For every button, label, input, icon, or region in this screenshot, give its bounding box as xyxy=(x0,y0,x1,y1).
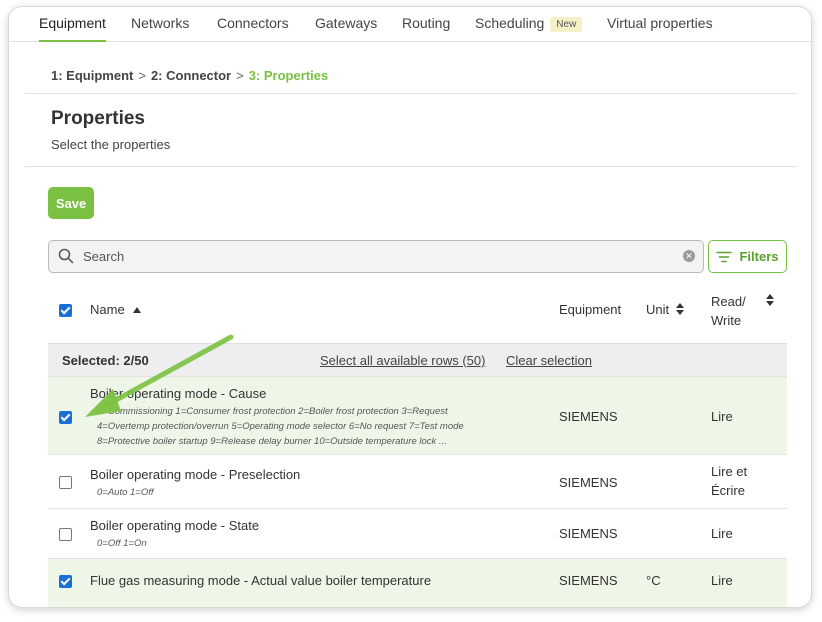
clear-search-icon[interactable]: ✕ xyxy=(683,250,695,262)
breadcrumb: 1: Equipment >2: Connector >3: Properties xyxy=(51,68,328,83)
select-all-checkbox[interactable] xyxy=(59,304,72,317)
property-name: Flue gas measuring mode - Actual value b… xyxy=(90,573,432,588)
tab-virtual-properties[interactable]: Virtual properties xyxy=(607,15,713,31)
select-all-rows-link[interactable]: Select all available rows (50) xyxy=(320,353,485,368)
breadcrumb-step-properties: 3: Properties xyxy=(248,68,329,83)
column-header-read-write[interactable]: Read/ Write xyxy=(711,292,746,330)
description-line: 0=Commissioning 1=Consumer frost protect… xyxy=(97,406,448,417)
column-rw-label-2: Write xyxy=(711,313,742,328)
row-checkbox[interactable] xyxy=(59,476,72,489)
divider xyxy=(25,166,797,167)
property-read-write: Lire xyxy=(711,573,733,588)
column-header-unit[interactable]: Unit xyxy=(646,302,685,317)
breadcrumb-separator: > xyxy=(236,68,244,83)
table-row[interactable]: Boiler operating mode - State 0=Off 1=On… xyxy=(48,508,787,559)
tab-connectors[interactable]: Connectors xyxy=(217,15,289,31)
property-unit: °C xyxy=(646,573,661,588)
property-description: 0=Off 1=On xyxy=(97,536,147,551)
breadcrumb-step-equipment[interactable]: 1: Equipment xyxy=(51,68,133,83)
property-equipment: SIEMENS xyxy=(559,526,618,541)
table-header: Name Equipment Unit Read/ Write xyxy=(48,277,787,343)
search-input[interactable]: Search ✕ xyxy=(48,240,704,273)
search-icon xyxy=(58,248,74,264)
property-read-write: Lire xyxy=(711,409,733,424)
tab-bar: Equipment Networks Connectors Gateways R… xyxy=(9,7,811,42)
property-read-write: Lire et Écrire xyxy=(711,462,747,500)
tab-scheduling[interactable]: Scheduling New xyxy=(475,15,583,32)
sort-updown-icon[interactable] xyxy=(765,293,775,307)
rw-line: Lire et xyxy=(711,464,748,479)
table-row[interactable]: Flue gas measuring mode - Actual value b… xyxy=(48,558,787,607)
description-line: 4=Overtemp protection/overrun 5=Operatin… xyxy=(97,421,464,432)
description-line: 0=Off 1=On xyxy=(97,538,147,549)
row-checkbox[interactable] xyxy=(59,528,72,541)
divider xyxy=(25,93,797,94)
property-name: Boiler operating mode - State xyxy=(90,518,260,533)
property-name: Boiler operating mode - Cause xyxy=(90,386,267,401)
column-name-label: Name xyxy=(90,302,125,317)
property-description: 0=Auto 1=Off xyxy=(97,485,154,500)
description-line: 0=Auto 1=Off xyxy=(97,487,154,498)
breadcrumb-separator: > xyxy=(138,68,146,83)
row-checkbox[interactable] xyxy=(59,575,72,588)
table-row[interactable]: Boiler operating mode - Preselection 0=A… xyxy=(48,454,787,509)
tab-scheduling-label: Scheduling xyxy=(475,15,545,31)
selected-count: Selected: 2/50 xyxy=(62,353,149,368)
property-equipment: SIEMENS xyxy=(559,475,618,490)
property-equipment: SIEMENS xyxy=(559,409,618,424)
filters-label: Filters xyxy=(739,249,779,264)
new-badge: New xyxy=(550,17,583,32)
table-row[interactable]: Boiler operating mode - Cause 0=Commissi… xyxy=(48,376,787,455)
clear-selection-link[interactable]: Clear selection xyxy=(506,353,592,368)
tab-networks[interactable]: Networks xyxy=(131,15,189,31)
column-rw-label-1: Read/ xyxy=(711,294,746,309)
filter-icon xyxy=(716,251,733,262)
column-header-equipment: Equipment xyxy=(559,302,622,317)
column-unit-label: Unit xyxy=(646,302,670,317)
tab-equipment[interactable]: Equipment xyxy=(39,15,106,42)
app-window: Equipment Networks Connectors Gateways R… xyxy=(8,6,812,608)
row-checkbox[interactable] xyxy=(59,411,72,424)
property-equipment: SIEMENS xyxy=(559,573,618,588)
page-subtitle: Select the properties xyxy=(51,137,171,152)
filters-button[interactable]: Filters xyxy=(708,240,787,273)
sort-updown-icon xyxy=(675,303,684,315)
rw-line: Écrire xyxy=(711,483,745,498)
search-placeholder: Search xyxy=(83,249,125,264)
breadcrumb-step-connector[interactable]: 2: Connector xyxy=(151,68,231,83)
page-title: Properties xyxy=(51,108,145,129)
tab-gateways[interactable]: Gateways xyxy=(315,15,377,31)
column-header-name[interactable]: Name xyxy=(90,302,142,317)
property-description: 0=Commissioning 1=Consumer frost protect… xyxy=(97,404,464,449)
property-name: Boiler operating mode - Preselection xyxy=(90,467,301,482)
save-button[interactable]: Save xyxy=(48,187,94,219)
tab-routing[interactable]: Routing xyxy=(402,15,450,31)
sort-up-icon xyxy=(133,307,142,313)
property-read-write: Lire xyxy=(711,526,733,541)
description-line: 8=Protective boiler startup 9=Release de… xyxy=(97,436,447,447)
selection-bar: Selected: 2/50 Select all available rows… xyxy=(48,343,787,377)
